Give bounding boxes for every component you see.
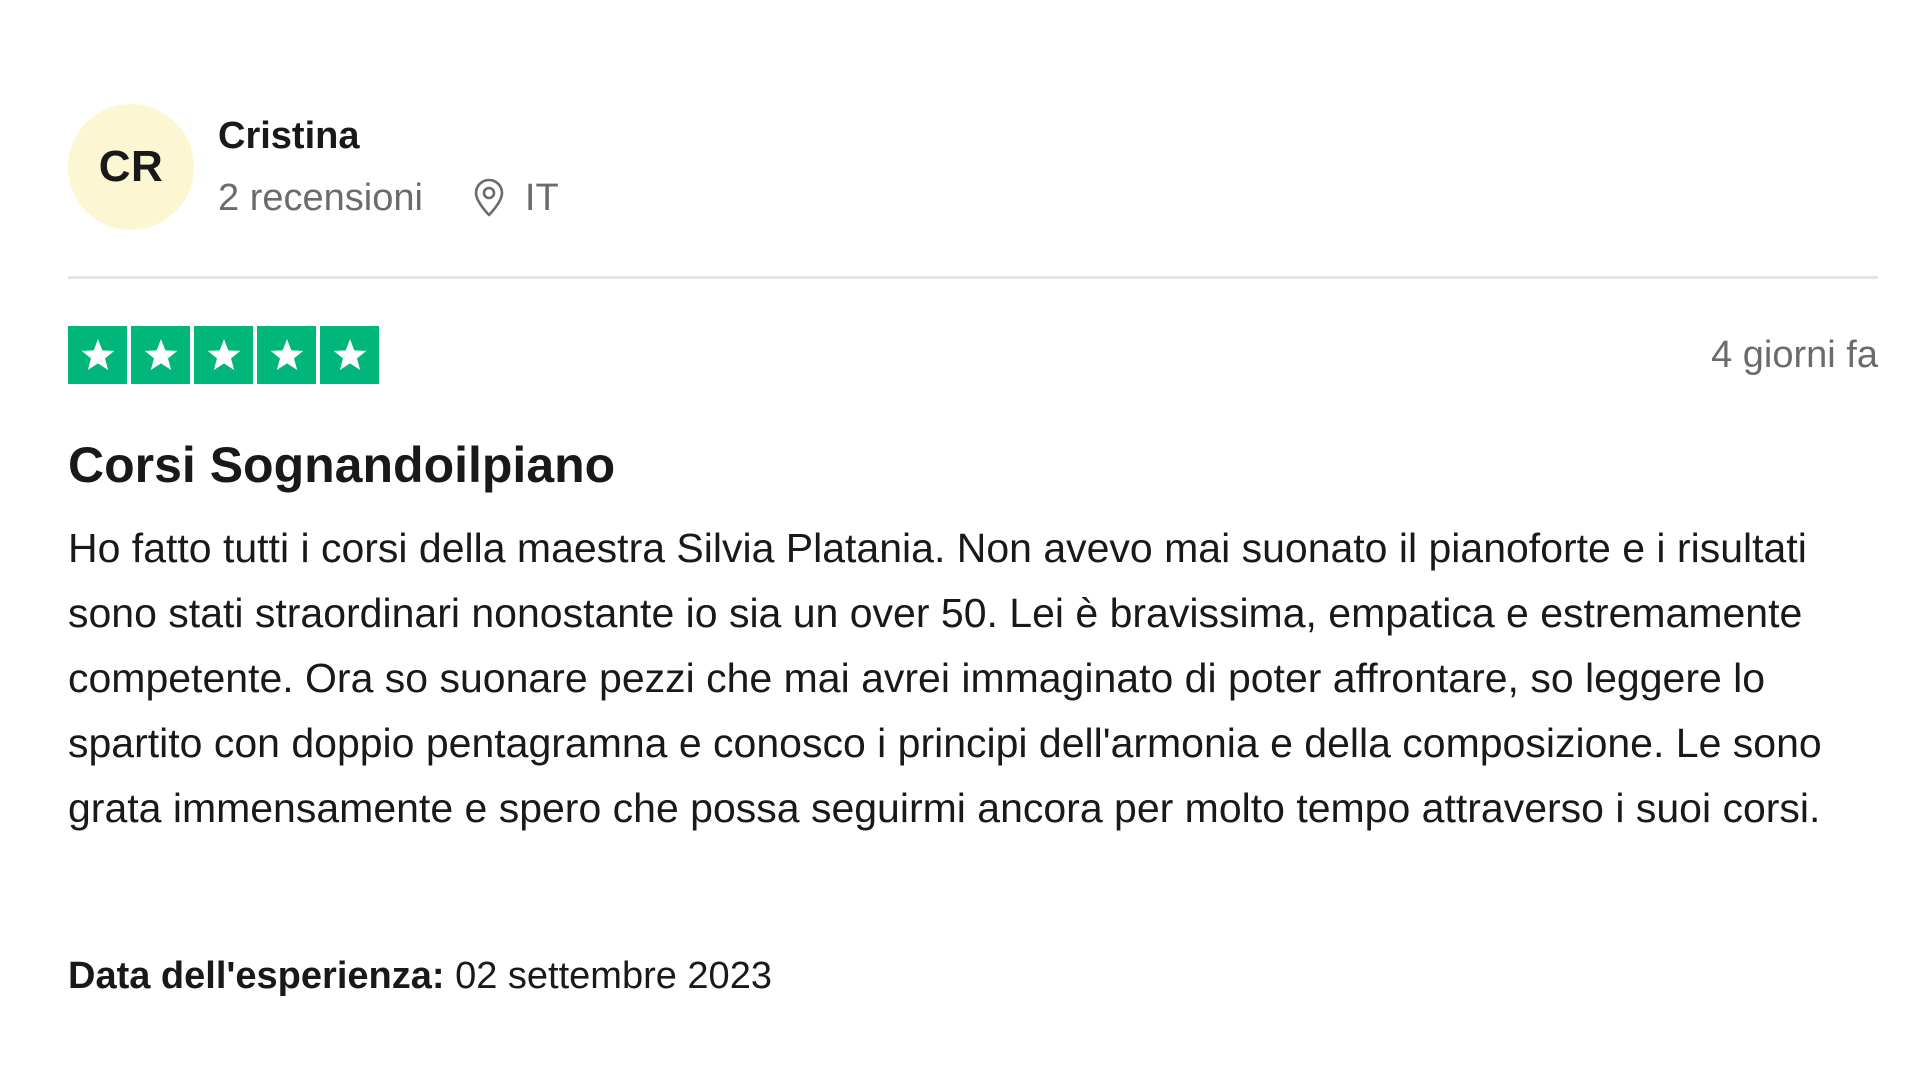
experience-date-row: Data dell'esperienza: 02 settembre 2023 <box>68 952 772 1000</box>
reviews-count: 2 recensioni <box>218 177 423 219</box>
review-card: CR Cristina 2 recensioni IT 4 giorni fa … <box>68 104 1878 997</box>
star-icon <box>194 326 253 384</box>
star-icon <box>320 326 379 384</box>
reviewer-meta: 2 recensioni IT <box>218 174 559 222</box>
star-icon <box>68 326 127 384</box>
avatar-initials: CR <box>98 142 164 191</box>
reviewer-header: CR Cristina 2 recensioni IT <box>68 104 1878 232</box>
review-date: 4 giorni fa <box>1711 334 1878 376</box>
reviewer-info: Cristina 2 recensioni IT <box>218 104 559 222</box>
rating-row: 4 giorni fa <box>68 326 1878 384</box>
experience-date: 02 settembre 2023 <box>455 955 772 997</box>
star-icon <box>131 326 190 384</box>
star-icon <box>257 326 316 384</box>
experience-label: Data dell'esperienza: <box>68 955 445 997</box>
review-body: Ho fatto tutti i corsi della maestra Sil… <box>68 525 1822 831</box>
star-rating <box>68 326 379 384</box>
reviewer-name[interactable]: Cristina <box>218 112 559 160</box>
review-title[interactable]: Corsi Sognandoilpiano <box>68 434 615 496</box>
divider <box>68 276 1878 279</box>
reviewer-country: IT <box>524 177 559 219</box>
location-pin-icon <box>471 176 507 220</box>
avatar[interactable]: CR <box>68 104 194 230</box>
